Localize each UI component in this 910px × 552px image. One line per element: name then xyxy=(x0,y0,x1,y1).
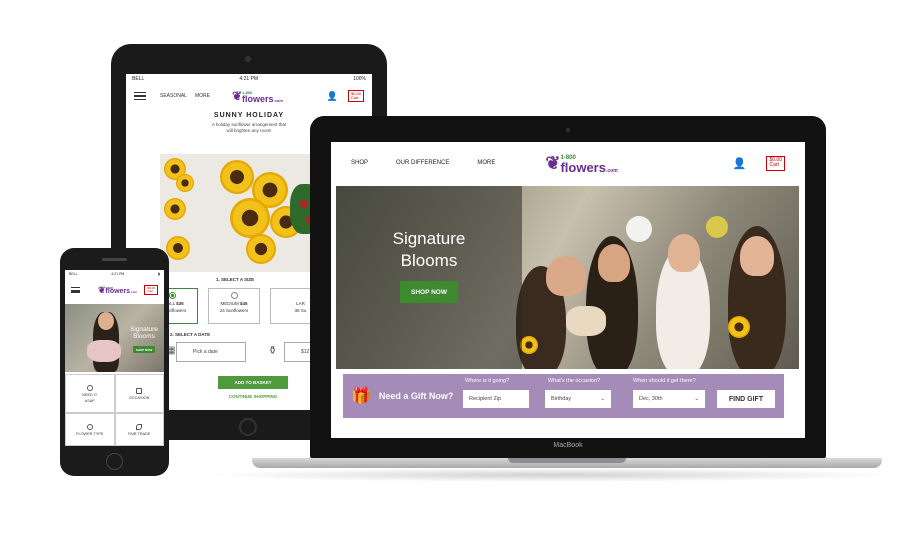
cart-button[interactable]: $0.00 Cart xyxy=(144,284,158,296)
tulip-icon: ❦ xyxy=(545,152,561,173)
gift-finder-title: Need a Gift Now? xyxy=(378,391,454,401)
tablet-nav: SEASONAL MORE ❦ 1-800 flowers.com 👤 $0.0… xyxy=(126,84,372,108)
category-occasion[interactable]: OCCASION xyxy=(114,374,164,413)
tablet-home-button xyxy=(239,418,257,436)
flower-icon xyxy=(86,423,93,430)
phone-status-bar: BELL 4:21 PM ▮ xyxy=(69,272,160,276)
occasion-select[interactable]: Birthday ⌄ xyxy=(545,390,611,408)
laptop-camera xyxy=(566,128,570,132)
radio-icon xyxy=(168,292,176,299)
laptop-device: SHOP OUR DIFFERENCE MORE ❦ 1-800 flowers… xyxy=(310,116,826,458)
laptop-brand-label: MacBook xyxy=(553,442,583,449)
laptop-screen: SHOP OUR DIFFERENCE MORE ❦ 1-800 flowers… xyxy=(331,142,805,438)
cart-button[interactable]: $0.00 Cart xyxy=(347,89,364,103)
carrier-label: BELL xyxy=(132,76,145,82)
brand-logo[interactable]: ❦ 1-800 flowers.com xyxy=(545,153,617,174)
battery-label: 100% xyxy=(353,76,366,82)
radio-icon xyxy=(230,292,238,299)
delivery-date-select[interactable]: Dec, 30th ⌄ xyxy=(633,390,705,408)
add-to-basket-button[interactable]: ADD TO BASKET xyxy=(218,376,288,389)
hero-overlay xyxy=(336,186,522,369)
zip-input[interactable]: Recipient Zip xyxy=(463,390,529,408)
occasion-label: What's the occasion? xyxy=(548,378,601,384)
continue-shopping-link[interactable]: CONTINUE SHOPPING xyxy=(218,394,288,399)
shop-now-button[interactable]: SHOP NOW xyxy=(133,346,155,353)
clock-label: 4:21 PM xyxy=(239,76,259,82)
category-need-it-asap[interactable]: NEED IT ASAP xyxy=(65,374,115,413)
brand-logo[interactable]: ❦ 1-800 flowers.com xyxy=(232,89,283,103)
hero-title: Signature Blooms xyxy=(392,229,466,271)
nav-seasonal[interactable]: SEASONAL xyxy=(160,93,187,99)
phone-screen: BELL 4:21 PM ▮ ❦ 1-800 flowers.com $0.00… xyxy=(65,270,164,446)
nav-our-difference[interactable]: OUR DIFFERENCE xyxy=(396,160,449,166)
gift-finder-bar: 🎁 Need a Gift Now? Where is it going? Re… xyxy=(343,374,784,418)
category-flower-type[interactable]: FLOWER TYPE xyxy=(65,413,115,446)
cart-button[interactable]: $0.00 Cart xyxy=(766,155,785,171)
hero-banner: Signature Blooms SHOP NOW xyxy=(336,186,799,369)
menu-icon[interactable] xyxy=(71,287,80,293)
phone-speaker xyxy=(102,258,127,261)
shop-now-button[interactable]: SHOP NOW xyxy=(400,281,458,303)
tablet-status-bar: BELL 4:21 PM 100% xyxy=(126,74,372,84)
account-icon[interactable]: 👤 xyxy=(733,157,747,170)
step-size-label: 1. SELECT A SIZE xyxy=(216,277,255,282)
nav-more[interactable]: MORE xyxy=(477,160,495,166)
leaf-icon xyxy=(136,423,143,430)
gift-icon xyxy=(136,387,143,394)
nav-more[interactable]: MORE xyxy=(195,93,210,99)
phone-device: BELL 4:21 PM ▮ ❦ 1-800 flowers.com $0.00… xyxy=(60,248,169,476)
vase-icon: ⚱ xyxy=(268,345,278,357)
hero-title: Signature Blooms xyxy=(130,326,158,341)
zip-label: Where is it going? xyxy=(465,378,510,384)
step-date-label: 2. SELECT A DATE xyxy=(170,332,211,337)
tulip-icon: ❦ xyxy=(231,89,243,103)
chevron-down-icon: ⌄ xyxy=(600,396,605,402)
find-gift-button[interactable]: FIND GIFT xyxy=(717,390,775,408)
tablet-camera xyxy=(245,56,251,62)
brand-logo[interactable]: ❦ 1-800 flowers.com xyxy=(98,285,137,296)
gift-icon: 🎁 xyxy=(351,388,371,405)
category-grid: NEED IT ASAP OCCASION FLOWER TYPE FAIR T… xyxy=(65,374,164,446)
phone-hero: Signature Blooms SHOP NOW xyxy=(65,304,164,372)
account-icon[interactable]: 👤 xyxy=(327,91,338,102)
tulip-icon: ❦ xyxy=(98,284,106,295)
clock-icon xyxy=(86,384,93,391)
chevron-down-icon: ⌄ xyxy=(694,396,699,402)
date-label: When should it get there? xyxy=(633,378,696,384)
nav-shop[interactable]: SHOP xyxy=(351,160,368,166)
category-fair-trade[interactable]: FAIR TRADE xyxy=(114,413,164,446)
laptop-nav: SHOP OUR DIFFERENCE MORE ❦ 1-800 flowers… xyxy=(331,142,805,184)
phone-home-button xyxy=(106,453,123,470)
laptop-shadow xyxy=(200,468,900,482)
laptop-notch xyxy=(508,458,626,463)
device-showcase: BELL 4:21 PM 100% SEASONAL MORE ❦ 1-800 … xyxy=(0,0,910,552)
menu-icon[interactable] xyxy=(134,92,146,100)
date-input[interactable]: Pick a date xyxy=(176,342,246,362)
size-option-medium[interactable]: MEDIUM $45 24 Sunflowers xyxy=(208,288,260,324)
phone-nav: ❦ 1-800 flowers.com $0.00 Cart xyxy=(65,278,164,302)
